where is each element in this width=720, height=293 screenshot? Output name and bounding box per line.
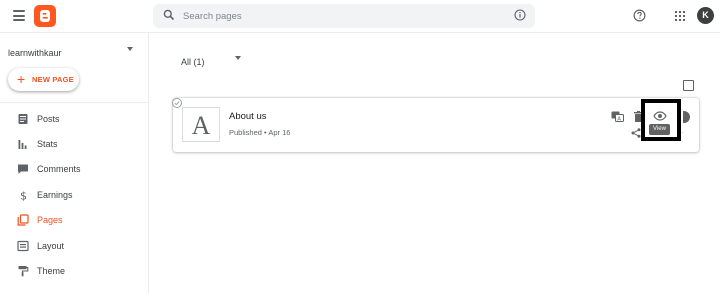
tooltip-view: View xyxy=(649,124,670,135)
sidebar-item-layout[interactable]: Layout xyxy=(0,234,149,259)
thumbnail-letter: A xyxy=(191,111,211,140)
posts-icon xyxy=(18,114,28,124)
search-input[interactable] xyxy=(183,7,503,25)
sidebar: learnwithkaur + NEW PAGE Posts Stats Com… xyxy=(0,33,149,293)
plus-icon: + xyxy=(17,71,26,87)
check-icon xyxy=(174,101,180,106)
svg-text:$: $ xyxy=(20,190,27,202)
sidebar-item-earnings[interactable]: $ Earnings xyxy=(0,183,149,208)
sidebar-item-label: Earnings xyxy=(37,190,73,200)
page-list-item[interactable] xyxy=(173,98,699,152)
new-page-label: NEW PAGE xyxy=(32,75,74,84)
caret-down-icon xyxy=(127,47,133,51)
paint-roller-icon xyxy=(18,266,29,277)
sidebar-item-stats[interactable]: Stats xyxy=(0,132,149,157)
sidebar-item-posts[interactable]: Posts xyxy=(0,107,149,132)
sidebar-item-label: Layout xyxy=(37,241,65,251)
sidebar-item-label: Theme xyxy=(37,266,66,276)
share-icon[interactable] xyxy=(631,128,641,138)
filter-label: All (1) xyxy=(181,57,205,67)
info-icon[interactable] xyxy=(514,9,526,21)
apps-grid-icon[interactable] xyxy=(675,11,685,21)
layout-icon xyxy=(17,240,29,252)
filter-dropdown[interactable]: All (1) xyxy=(181,52,245,67)
blogger-logo[interactable] xyxy=(34,5,56,27)
sidebar-item-label: Posts xyxy=(37,114,60,124)
sidebar-item-comments[interactable]: Comments xyxy=(0,157,149,182)
menu-icon[interactable] xyxy=(13,10,25,21)
dollar-icon: $ xyxy=(20,190,27,202)
help-icon[interactable] xyxy=(633,9,646,22)
sidebar-item-label: Pages xyxy=(37,215,63,225)
page-status: Published • Apr 16 xyxy=(229,128,291,137)
sidebar-divider xyxy=(0,102,149,103)
row-select-checkbox[interactable] xyxy=(172,98,182,108)
avatar[interactable]: K xyxy=(697,7,714,24)
translate-icon[interactable]: A xyxy=(611,111,624,122)
comments-icon xyxy=(18,164,28,174)
top-bar: K xyxy=(0,0,720,33)
blog-selector[interactable]: learnwithkaur xyxy=(8,43,136,58)
sidebar-item-label: Comments xyxy=(37,164,81,174)
search-bar[interactable] xyxy=(153,4,535,28)
svg-text:A: A xyxy=(617,116,621,122)
new-page-button[interactable]: + NEW PAGE xyxy=(8,68,79,91)
page-title[interactable]: About us xyxy=(229,111,267,122)
search-icon xyxy=(163,9,175,21)
select-all-checkbox[interactable] xyxy=(683,80,694,91)
sidebar-item-theme[interactable]: Theme xyxy=(0,259,149,284)
stats-icon xyxy=(18,140,27,149)
blog-name: learnwithkaur xyxy=(8,48,62,58)
sidebar-item-pages[interactable]: Pages xyxy=(0,208,149,233)
page-thumbnail: A xyxy=(182,107,220,142)
pages-icon xyxy=(17,214,29,226)
sidebar-item-label: Stats xyxy=(37,139,58,149)
caret-down-icon xyxy=(235,56,241,60)
